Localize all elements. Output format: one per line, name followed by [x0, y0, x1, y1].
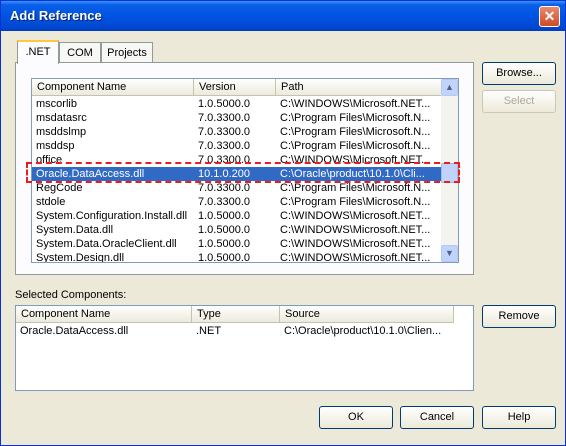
component-path-cell: C:\WINDOWS\Microsoft.NET... [280, 252, 431, 263]
component-path-cell: C:\Program Files\Microsoft.N... [280, 196, 431, 208]
component-name-cell: System.Design.dll [36, 252, 125, 263]
highlight-annotation [26, 162, 460, 183]
column-header-type[interactable]: Type [192, 306, 280, 323]
component-version-cell: 7.0.3300.0 [198, 182, 250, 194]
ok-button[interactable]: OK [319, 406, 393, 429]
component-version-cell: 7.0.3300.0 [198, 126, 250, 138]
selected-row[interactable]: Oracle.DataAccess.dll .NET C:\Oracle\pro… [16, 324, 453, 338]
add-reference-dialog: Add Reference ✕ .NET COM Projects Compon… [0, 0, 566, 446]
component-name-cell: stdole [36, 196, 66, 208]
tab-label: Projects [107, 47, 147, 59]
chevron-down-icon: ▼ [445, 248, 454, 258]
component-row[interactable]: System.Data.OracleClient.dll 1.0.5000.0 C:… [32, 237, 442, 251]
column-header-component-name[interactable]: Component Name [32, 79, 194, 96]
component-row[interactable]: RegCode 7.0.3300.0 C:\Program Files\Micros… [32, 181, 442, 195]
column-header-version[interactable]: Version [194, 79, 276, 96]
remove-button[interactable]: Remove [482, 305, 556, 328]
tab-dotnet[interactable]: .NET [17, 40, 59, 64]
component-row[interactable]: stdole 7.0.3300.0 C:\Program Files\Microso… [32, 195, 442, 209]
cancel-button[interactable]: Cancel [400, 406, 474, 429]
component-version-cell: 1.0.5000.0 [198, 252, 250, 263]
component-row[interactable]: System.Configuration.Install.dll 1.0.5000… [32, 209, 442, 223]
component-version-cell: 1.0.5000.0 [198, 210, 250, 222]
component-row[interactable]: System.Data.dll 1.0.5000.0 C:\WINDOWS\Micr… [32, 223, 442, 237]
component-version-cell: 7.0.3300.0 [198, 140, 250, 152]
title-bar[interactable]: Add Reference ✕ [1, 1, 565, 31]
component-version-cell: 1.0.5000.0 [198, 238, 250, 250]
chevron-up-icon: ▲ [445, 82, 454, 92]
column-header-source[interactable]: Source [280, 306, 454, 323]
browse-button[interactable]: Browse... [482, 62, 556, 85]
component-version-cell: 7.0.3300.0 [198, 196, 250, 208]
component-name-cell: msddslmp [36, 126, 87, 138]
tab-label: COM [67, 47, 93, 59]
component-path-cell: C:\Program Files\Microsoft.N... [280, 182, 431, 194]
component-path-cell: C:\WINDOWS\Microsoft.NET... [280, 238, 431, 250]
selected-row-name: Oracle.DataAccess.dll [20, 325, 129, 337]
component-name-cell: RegCode [36, 182, 83, 194]
close-button[interactable]: ✕ [539, 6, 560, 27]
component-row[interactable]: msddsp 7.0.3300.0 C:\Program Files\Microso… [32, 139, 442, 153]
component-row[interactable]: System.Design.dll 1.0.5000.0 C:\WINDOWS\Mi… [32, 251, 442, 263]
component-name-cell: System.Data.OracleClient.dll [36, 238, 177, 250]
column-header-path[interactable]: Path [276, 79, 443, 96]
component-name-cell: System.Configuration.Install.dll [36, 210, 188, 222]
component-version-cell: 1.0.5000.0 [198, 98, 250, 110]
help-button[interactable]: Help [482, 406, 556, 429]
selected-row-source: C:\Oracle\product\10.1.0\Clien... [284, 325, 442, 337]
component-path-cell: C:\WINDOWS\Microsoft.NET... [280, 210, 431, 222]
component-version-cell: 1.0.5000.0 [198, 224, 250, 236]
component-row[interactable]: msddslmp 7.0.3300.0 C:\Program Files\Micro… [32, 125, 442, 139]
component-row[interactable]: mscorlib 1.0.5000.0 C:\WINDOWS\Microsoft.N… [32, 97, 442, 111]
selected-components-label: Selected Components: [15, 289, 127, 301]
component-row[interactable]: msdatasrc 7.0.3300.0 C:\Program Files\Micr… [32, 111, 442, 125]
tab-com[interactable]: COM [59, 42, 101, 63]
scroll-up-button[interactable]: ▲ [441, 79, 458, 96]
component-version-cell: 7.0.3300.0 [198, 112, 250, 124]
selected-row-type: .NET [196, 325, 222, 337]
tab-label: .NET [25, 46, 51, 58]
component-path-cell: C:\WINDOWS\Microsoft.NET... [280, 98, 431, 110]
scroll-down-button[interactable]: ▼ [441, 245, 458, 262]
component-path-cell: C:\WINDOWS\Microsoft.NET... [280, 224, 431, 236]
tab-projects[interactable]: Projects [101, 42, 153, 63]
component-name-cell: msddsp [36, 140, 75, 152]
window-title: Add Reference [10, 8, 102, 23]
close-icon: ✕ [543, 8, 556, 24]
component-path-cell: C:\Program Files\Microsoft.N... [280, 126, 431, 138]
component-name-cell: msdatasrc [36, 112, 87, 124]
column-header-component-name[interactable]: Component Name [16, 306, 192, 323]
component-name-cell: System.Data.dll [36, 224, 114, 236]
component-name-cell: mscorlib [36, 98, 77, 110]
select-button[interactable]: Select [482, 90, 556, 113]
selected-components-list[interactable]: Component Name Type Source Oracle.DataAc… [15, 305, 474, 391]
component-path-cell: C:\Program Files\Microsoft.N... [280, 140, 431, 152]
component-path-cell: C:\Program Files\Microsoft.N... [280, 112, 431, 124]
